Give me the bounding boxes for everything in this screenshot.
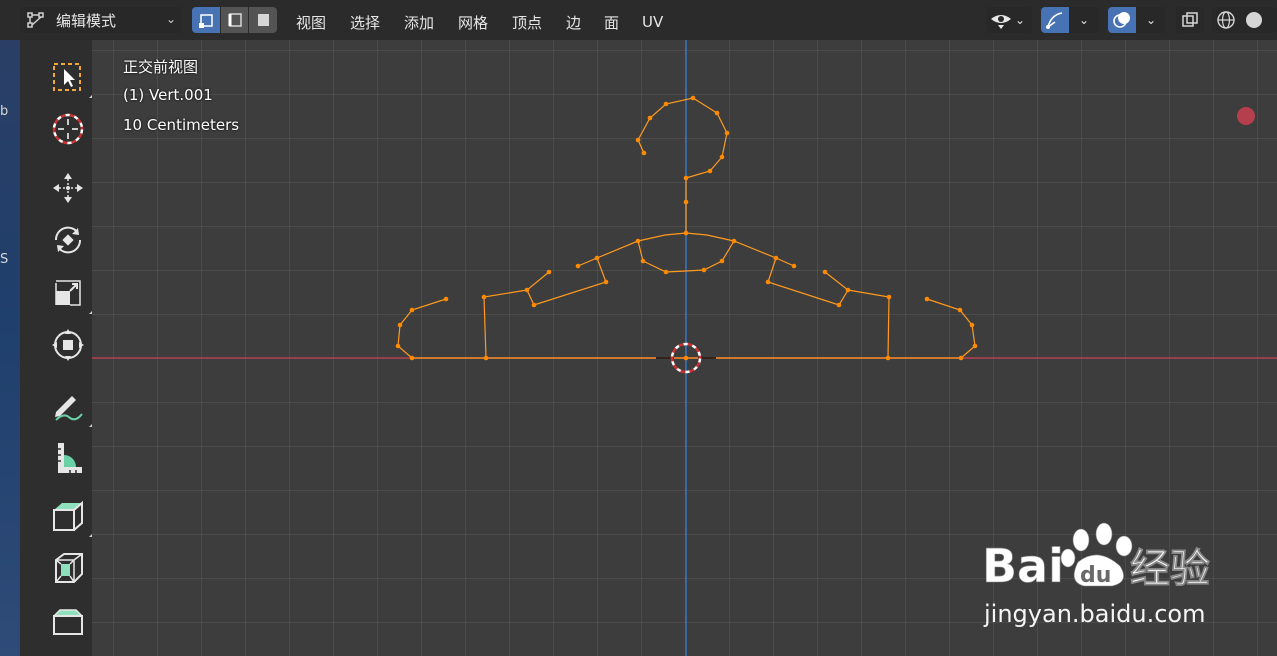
- edge-text-fragment: S: [0, 252, 9, 267]
- transform-icon: [52, 329, 84, 361]
- vertex-select-button[interactable]: [192, 7, 220, 33]
- overlay-toggle-button[interactable]: [1108, 7, 1136, 33]
- mode-dropdown[interactable]: 编辑模式 ⌄: [20, 7, 182, 33]
- solid-shading-button[interactable]: [1240, 10, 1268, 30]
- watermark-url: jingyan.baidu.com: [984, 600, 1206, 628]
- menu-add[interactable]: 添加: [404, 9, 434, 35]
- menu-edge[interactable]: 边: [566, 9, 581, 35]
- measure-tool[interactable]: [39, 434, 97, 482]
- desktop-edge: b S: [0, 40, 20, 656]
- move-tool[interactable]: [39, 164, 97, 212]
- rotate-icon: [54, 226, 82, 254]
- chevron-down-icon[interactable]: ⌄: [1079, 13, 1089, 27]
- bevel-tool[interactable]: [39, 596, 97, 644]
- cursor-tool[interactable]: [39, 105, 97, 153]
- eye-icon: [991, 15, 1011, 29]
- face-select-icon: [258, 14, 270, 26]
- edge-select-button[interactable]: [220, 7, 249, 33]
- annotate-icon: [55, 396, 83, 421]
- inset-tool[interactable]: [39, 544, 97, 592]
- extrude-icon: [53, 500, 83, 531]
- chevron-down-icon: ⌄: [1015, 13, 1026, 27]
- menu-vertex[interactable]: 顶点: [512, 9, 542, 35]
- chevron-down-icon: ⌄: [165, 12, 176, 26]
- select-box-tool[interactable]: [39, 53, 97, 101]
- xray-icon: [1182, 12, 1198, 27]
- select-mode-group: [192, 7, 278, 33]
- scale-icon: [55, 280, 81, 306]
- face-select-button[interactable]: [249, 7, 278, 33]
- record-dot-icon: [1237, 107, 1255, 125]
- shading-group: [1212, 7, 1277, 33]
- edge-select-icon: [228, 13, 242, 27]
- gizmo-toggle-button[interactable]: [1041, 7, 1069, 33]
- annotate-tool[interactable]: [39, 382, 97, 430]
- solid-sphere-icon: [1246, 12, 1262, 28]
- overlay-icon: [1113, 12, 1130, 28]
- rotate-tool[interactable]: [39, 216, 97, 264]
- cursor-icon: [52, 113, 84, 145]
- menu-select[interactable]: 选择: [350, 9, 380, 35]
- chevron-down-icon[interactable]: ⌄: [1146, 13, 1156, 27]
- edit-mode-icon: [27, 12, 44, 28]
- menu-uv[interactable]: UV: [642, 9, 663, 35]
- select-box-icon: [53, 63, 81, 91]
- wireframe-shading-button[interactable]: [1212, 10, 1240, 30]
- inset-icon: [55, 553, 83, 583]
- bevel-icon: [53, 609, 83, 635]
- tool-shelf: [20, 40, 94, 656]
- edge-text-fragment: b: [0, 104, 9, 119]
- transform-tool[interactable]: [39, 321, 97, 369]
- svg-text:Bai: Bai: [982, 539, 1064, 593]
- move-icon: [53, 173, 83, 203]
- scale-tool[interactable]: [39, 269, 97, 317]
- header-bar: 编辑模式 ⌄ 视图 选择 添加 网格 顶点 边 面 UV ⌄ ⌄ ⌄: [0, 0, 1277, 40]
- menu-face[interactable]: 面: [604, 9, 619, 35]
- svg-text:du: du: [1080, 563, 1111, 588]
- gizmo-group: ⌄: [1041, 7, 1099, 33]
- extrude-tool[interactable]: [39, 492, 97, 540]
- visibility-dropdown[interactable]: ⌄: [986, 7, 1032, 33]
- vertex-select-icon: [198, 14, 213, 28]
- menu-mesh[interactable]: 网格: [458, 9, 488, 35]
- wireframe-sphere-icon: [1217, 11, 1235, 29]
- xray-button[interactable]: [1176, 7, 1204, 33]
- menu-view[interactable]: 视图: [296, 9, 326, 35]
- mode-label: 编辑模式: [56, 11, 117, 30]
- overlay-group: ⌄: [1108, 7, 1166, 33]
- svg-text:经验: 经验: [1130, 546, 1210, 592]
- gizmo-icon: [1046, 12, 1063, 29]
- measure-icon: [58, 443, 82, 473]
